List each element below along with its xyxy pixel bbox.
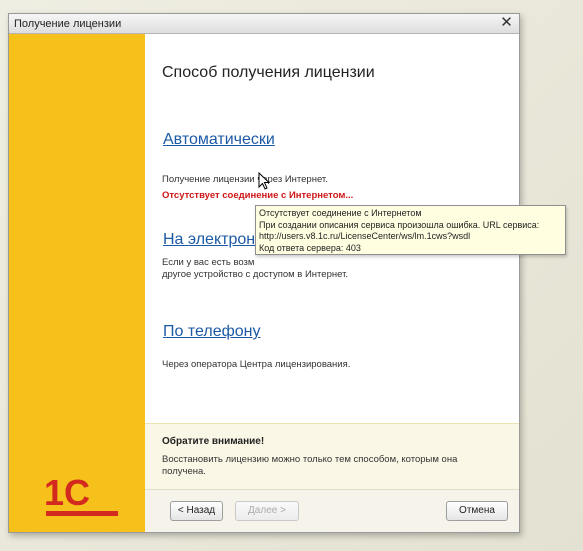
error-tooltip: Отсутствует соединение с Интернетом При … bbox=[255, 205, 566, 255]
license-dialog: Получение лицензии ✕ 1С Способ получения… bbox=[8, 13, 520, 533]
close-icon[interactable]: ✕ bbox=[499, 15, 514, 31]
option-phone-link[interactable]: По телефону bbox=[163, 323, 261, 341]
page-title: Способ получения лицензии bbox=[162, 64, 375, 81]
mouse-cursor-icon bbox=[258, 172, 270, 190]
option-electronic-description: Если у вас есть возм другое устройство с… bbox=[162, 257, 348, 281]
content-panel: Способ получения лицензии Автоматически … bbox=[145, 34, 519, 532]
tooltip-line1: Отсутствует соединение с Интернетом bbox=[259, 208, 422, 218]
1c-logo: 1С bbox=[44, 472, 118, 516]
option-automatic-description: Получение лицензии через Интернет. bbox=[162, 174, 328, 185]
window-title: Получение лицензии bbox=[14, 18, 122, 30]
notice-title: Обратите внимание! bbox=[162, 436, 265, 447]
option-automatic-link[interactable]: Автоматически bbox=[163, 131, 275, 149]
sidebar: 1С bbox=[9, 34, 145, 532]
cancel-button[interactable]: Отмена bbox=[446, 501, 508, 521]
button-bar: < Назад Далее > Отмена bbox=[145, 489, 519, 532]
back-button[interactable]: < Назад bbox=[170, 501, 223, 521]
notice-panel: Обратите внимание! Восстановить лицензию… bbox=[145, 423, 519, 490]
svg-text:1С: 1С bbox=[44, 472, 90, 513]
title-bar[interactable]: Получение лицензии ✕ bbox=[9, 14, 519, 34]
option-phone-description: Через оператора Центра лицензирования. bbox=[162, 359, 351, 370]
tooltip-line4: Код ответа сервера: 403 bbox=[259, 242, 361, 253]
next-button[interactable]: Далее > bbox=[235, 501, 299, 521]
option-electronic-description-line2: другое устройство с доступом в Интернет. bbox=[162, 269, 349, 280]
tooltip-line2: При создании описания сервиса произошла … bbox=[259, 219, 540, 230]
option-electronic-description-line1: Если у вас есть возм bbox=[162, 257, 255, 268]
tooltip-line3: http://users.v8.1c.ru/LicenseCenter/ws/l… bbox=[259, 231, 471, 241]
notice-text: Восстановить лицензию можно только тем с… bbox=[162, 454, 458, 477]
connection-error-text[interactable]: Отсутствует соединение с Интернетом... bbox=[162, 190, 353, 201]
